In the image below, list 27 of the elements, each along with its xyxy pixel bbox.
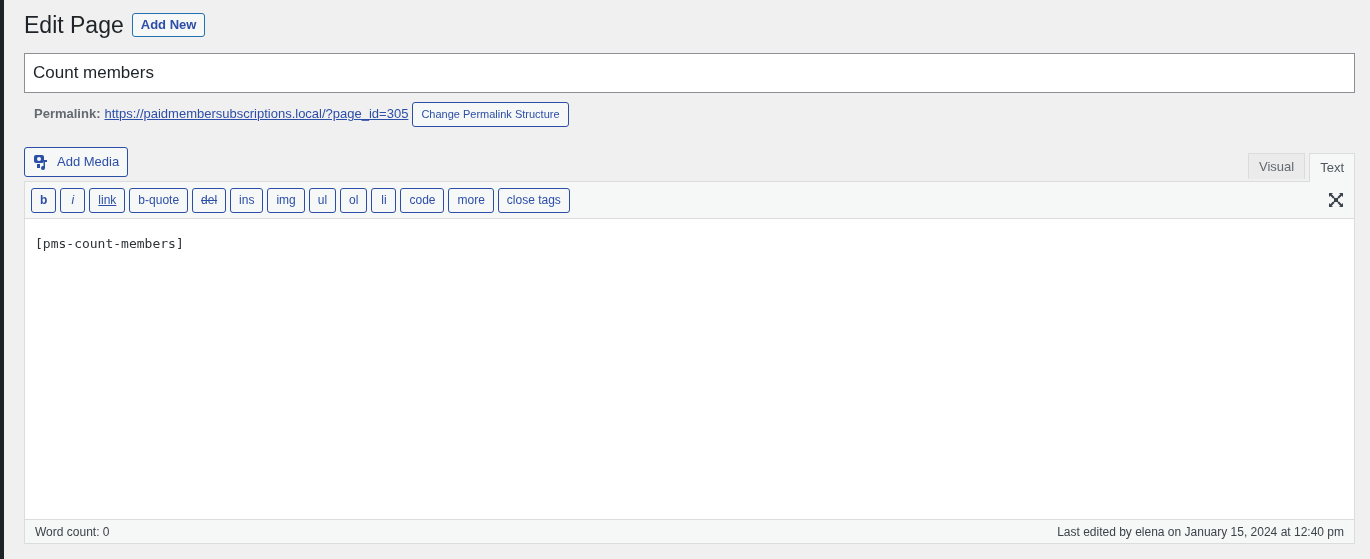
last-edited-text: Last edited by elena on January 15, 2024 at 12:40 pm: [1057, 523, 1344, 541]
page-title: Edit Page: [24, 10, 124, 40]
quicktag-button[interactable]: more: [448, 187, 494, 213]
permalink-link[interactable]: https://paidmembersubscriptions.local/?page_id=305: [104, 104, 409, 124]
editor-tab[interactable]: Visual: [1247, 153, 1306, 179]
change-permalink-button[interactable]: Change Permalink Structure: [412, 101, 569, 127]
editor-text: [pms-count-members]: [35, 236, 184, 251]
quicktag-button[interactable]: b-quote: [129, 187, 189, 213]
permalink-label: Permalink:: [34, 105, 101, 124]
quicktag-button[interactable]: del: [192, 187, 227, 213]
editor-area[interactable]: [pms-count-members]: [25, 219, 1354, 519]
quicktag-button[interactable]: link: [89, 187, 126, 213]
word-count: Word count: 0: [35, 523, 110, 541]
quicktag-button[interactable]: b: [31, 187, 57, 213]
quicktag-button[interactable]: li: [371, 187, 397, 213]
add-new-button[interactable]: Add New: [131, 13, 206, 37]
add-media-button[interactable]: Add Media: [24, 147, 129, 177]
quicktag-button[interactable]: i: [60, 187, 86, 213]
quicktag-button[interactable]: ul: [308, 187, 337, 213]
quicktag-button[interactable]: ins: [230, 187, 264, 213]
quicktag-button[interactable]: ol: [340, 187, 368, 213]
quicktag-button[interactable]: code: [400, 187, 445, 213]
fullscreen-icon[interactable]: [1328, 192, 1344, 208]
title-field[interactable]: Count members: [24, 53, 1355, 93]
editor-tab[interactable]: Text: [1309, 153, 1355, 182]
quicktag-button[interactable]: img: [267, 187, 305, 213]
quicktag-button[interactable]: close tags: [497, 187, 570, 213]
